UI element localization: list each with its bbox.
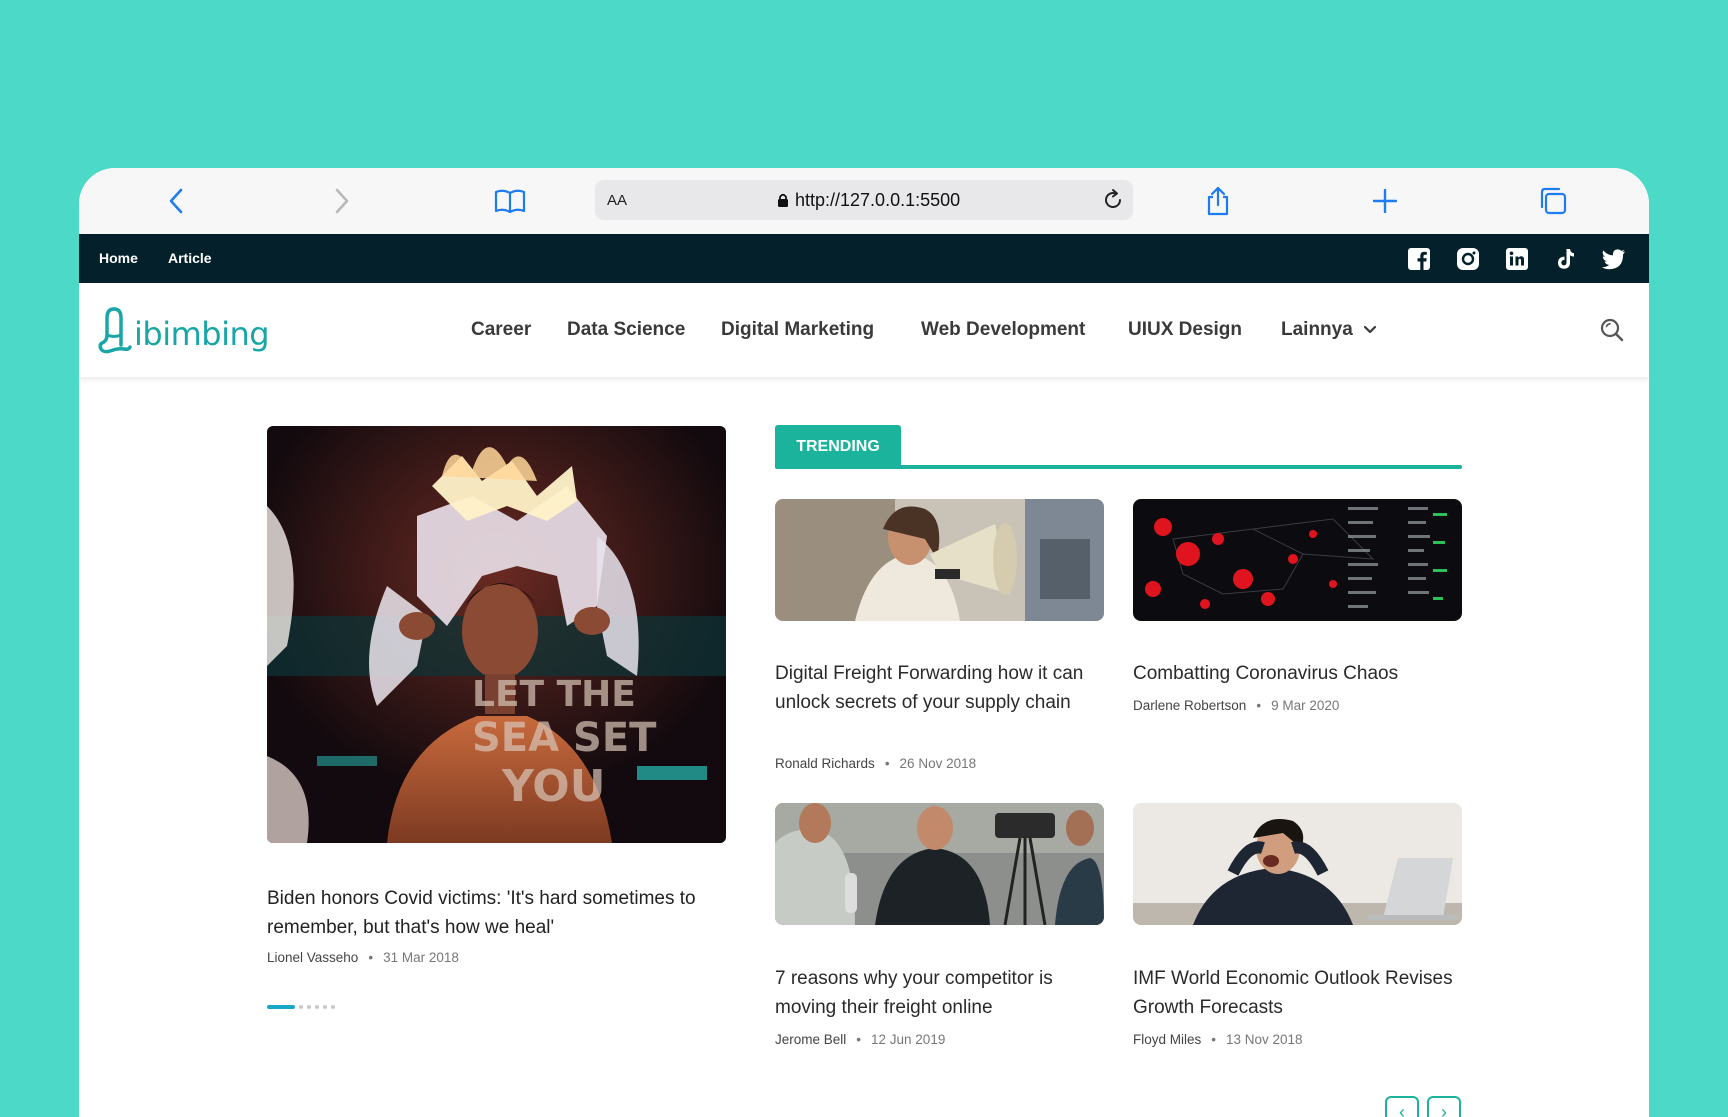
hero-article-meta: Lionel Vasseho • 31 Mar 2018 [267,950,459,965]
search-icon [1600,318,1624,342]
trending-prev-button[interactable]: ‹ [1385,1096,1419,1117]
facebook-icon[interactable] [1406,246,1432,272]
svg-text:SEA SET: SEA SET [472,715,657,761]
chevron-down-icon [1363,325,1376,334]
browser-window: AA http://127.0.0.1:5500 Home Article ib… [79,168,1649,1117]
trending-card-title[interactable]: IMF World Economic Outlook Revises Growt… [1133,964,1463,1022]
chevron-right-icon: › [1441,1102,1447,1117]
menu-digital-marketing[interactable]: Digital Marketing [721,319,874,341]
url-text: http://127.0.0.1:5500 [795,190,961,210]
trending-card-date: 13 Nov 2018 [1226,1032,1303,1047]
slider-dot-active[interactable] [267,1005,295,1009]
menu-career[interactable]: Career [471,319,531,341]
press-interview-photo [775,803,1104,925]
trending-card-image[interactable] [1133,803,1462,925]
tabs-icon [1540,187,1567,215]
instagram-icon[interactable] [1455,246,1481,272]
trending-card-image[interactable] [775,803,1104,925]
site-header: ibimbing Career Data Science Digital Mar… [79,283,1649,377]
svg-text:YOU: YOU [501,761,605,812]
menu-lainnya-label: Lainnya [1281,319,1353,340]
trending-card-date: 26 Nov 2018 [899,756,977,771]
trending-card-meta: Darlene Robertson • 9 Mar 2020 [1133,698,1340,713]
trending-card-image[interactable] [775,499,1104,621]
browser-toolbar: AA http://127.0.0.1:5500 [79,168,1649,234]
linkedin-icon[interactable] [1504,246,1530,272]
trending-card-meta: Floyd Miles • 13 Nov 2018 [1133,1032,1303,1047]
address-bar[interactable]: AA http://127.0.0.1:5500 [595,180,1133,220]
trending-card-title[interactable]: 7 reasons why your competitor is moving … [775,964,1105,1022]
trending-card-meta: Jerome Bell • 12 Jun 2019 [775,1032,946,1047]
tiktok-icon[interactable] [1552,246,1578,272]
text-size-label: AA [607,192,628,209]
slider-dot[interactable] [299,1005,303,1009]
site-logo[interactable]: ibimbing [98,305,270,355]
share-icon [1207,186,1229,216]
menu-web-development[interactable]: Web Development [921,319,1085,341]
book-icon [494,189,526,214]
nav-article-link[interactable]: Article [168,250,212,266]
hero-article-date: 31 Mar 2018 [383,950,459,965]
bookmarks-button[interactable] [490,181,530,221]
svg-text:LET THE: LET THE [472,674,636,715]
trending-card-author: Jerome Bell [775,1032,847,1047]
trending-divider [775,465,1462,469]
slider-dot[interactable] [331,1005,335,1009]
trending-card-date: 12 Jun 2019 [871,1032,946,1047]
menu-data-science[interactable]: Data Science [567,319,685,341]
frustrated-man-photo [1133,803,1462,925]
chevron-left-icon: ‹ [1399,1102,1405,1117]
slider-dots [267,1005,335,1009]
trending-card-author: Floyd Miles [1133,1032,1202,1047]
slider-dot[interactable] [307,1005,311,1009]
share-button[interactable] [1198,181,1238,221]
trending-card-image[interactable] [1133,499,1462,621]
logo-mark-icon [98,307,132,354]
nav-home-link[interactable]: Home [99,250,138,266]
search-button[interactable] [1599,317,1625,348]
reload-icon[interactable] [1101,188,1125,212]
chevron-right-icon [335,188,349,214]
chevron-left-icon [169,188,183,214]
trending-card-meta: Ronald Richards • 26 Nov 2018 [775,756,977,771]
menu-lainnya-dropdown[interactable]: Lainnya [1281,319,1377,341]
covid-map-photo [1133,499,1462,621]
trending-card-author: Ronald Richards [775,756,875,771]
hero-article-title[interactable]: Biden honors Covid victims: 'It's hard s… [267,884,737,942]
megaphone-photo [775,499,1104,621]
hero-article-image[interactable]: LET THE SEA SET YOU [267,426,726,843]
hero-photo: LET THE SEA SET YOU [267,426,726,843]
trending-card-date: 9 Mar 2020 [1271,698,1340,713]
tabs-button[interactable] [1533,181,1573,221]
plus-icon [1373,189,1397,213]
trending-tab: TRENDING [775,425,901,468]
slider-dot[interactable] [315,1005,319,1009]
top-nav-bar: Home Article [79,234,1649,283]
back-button[interactable] [156,181,196,221]
trending-card-author: Darlene Robertson [1133,698,1247,713]
trending-card-title[interactable]: Combatting Coronavirus Chaos [1133,659,1463,688]
trending-card-title[interactable]: Digital Freight Forwarding how it can un… [775,659,1105,717]
forward-button[interactable] [322,181,362,221]
text-size-button[interactable]: AA [607,192,627,209]
slider-dot[interactable] [323,1005,327,1009]
menu-uiux-design[interactable]: UIUX Design [1128,319,1242,341]
twitter-icon[interactable] [1601,246,1627,272]
trending-next-button[interactable]: › [1427,1096,1461,1117]
new-tab-button[interactable] [1365,181,1405,221]
logo-text: ibimbing [134,315,270,353]
lock-icon [778,193,788,207]
hero-article-author: Lionel Vasseho [267,950,359,965]
